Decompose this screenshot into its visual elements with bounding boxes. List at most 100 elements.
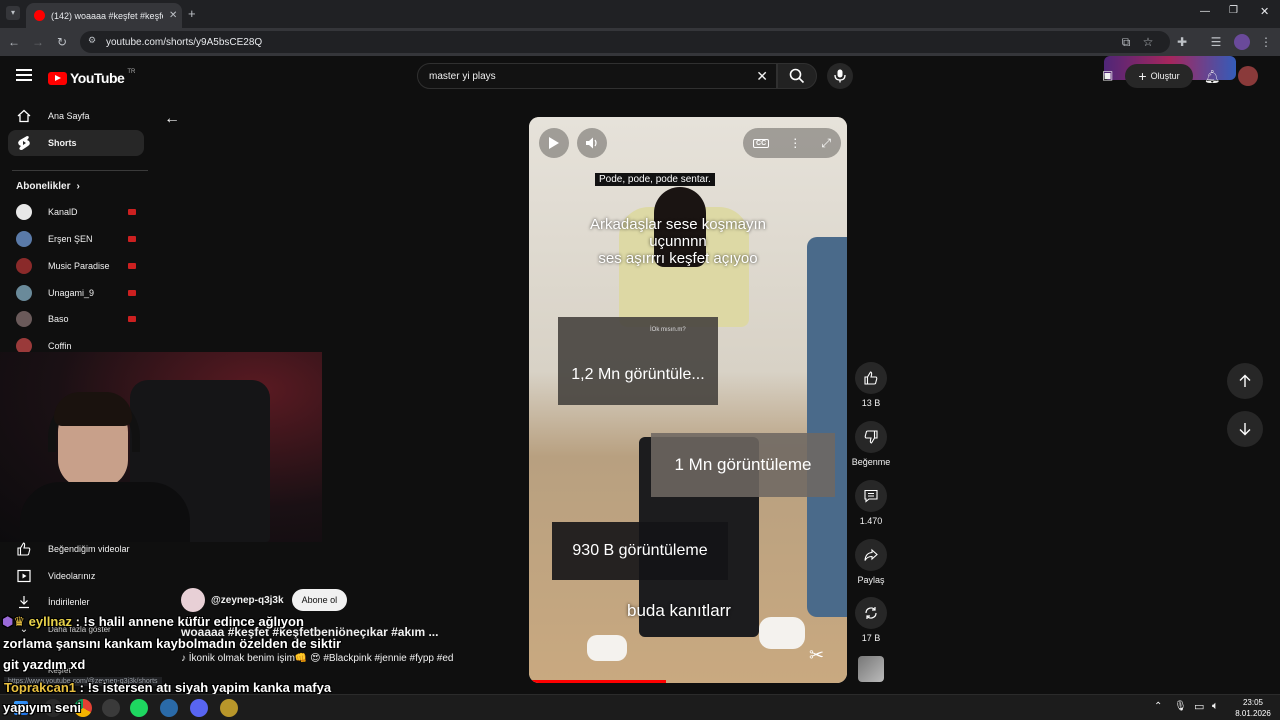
new-tab-button[interactable]: + xyxy=(188,6,196,21)
more-options-icon[interactable]: ⋮ xyxy=(789,136,801,150)
search-input[interactable]: master yi plays ✕ xyxy=(417,63,777,89)
bookmark-star-icon[interactable]: ☆ xyxy=(1140,34,1156,50)
discord-icon[interactable] xyxy=(190,699,208,717)
video-description: ♪ İkonik olmak benim işim👊 😍 #Blackpink … xyxy=(181,653,454,664)
logo-text: YouTube xyxy=(70,70,125,86)
restore-button[interactable]: ❐ xyxy=(1229,5,1238,16)
download-icon xyxy=(16,594,32,610)
taskbar-clock[interactable]: 23:05 8.01.2026 xyxy=(1232,697,1274,719)
sidebar-item-label: Videolarınız xyxy=(48,571,96,581)
dislike-label: Beğenme xyxy=(851,457,891,467)
youtube-header: YouTube TR master yi plays ✕ ▣ + Oluştur… xyxy=(0,56,1280,98)
subscribe-button[interactable]: Abone ol xyxy=(291,589,348,611)
view-count-card-3: 930 B görüntüleme xyxy=(552,522,728,580)
live-indicator-icon xyxy=(128,263,136,269)
channel-handle[interactable]: @zeynep-q3j3k xyxy=(211,595,284,606)
channel-avatar xyxy=(16,311,32,327)
reload-icon[interactable]: ↻ xyxy=(54,34,70,50)
tray-chevron-icon[interactable]: ⌃ xyxy=(1154,701,1162,712)
dislike-button[interactable] xyxy=(855,421,887,453)
sidebar-item-shorts[interactable]: Shorts xyxy=(8,130,144,156)
live-indicator-icon xyxy=(128,290,136,296)
play-button[interactable] xyxy=(539,128,569,158)
volume-button[interactable] xyxy=(577,128,607,158)
channel-avatar xyxy=(16,258,32,274)
youtube-play-icon xyxy=(48,71,67,85)
chat-message: ⬢♛ eyllnaz : !s halil annene küfür edinc… xyxy=(2,614,304,630)
back-icon[interactable]: ← xyxy=(6,34,22,50)
site-info-icon[interactable]: ⚙ xyxy=(88,35,96,46)
profile-avatar[interactable] xyxy=(1234,34,1250,50)
sidebar-item-downloads[interactable]: İndirilenler xyxy=(8,589,144,615)
sidebar-item-home[interactable]: Ana Sayfa xyxy=(8,103,144,129)
sidebar-item-subscription[interactable]: KanalD xyxy=(16,203,140,221)
install-app-icon[interactable]: ⧉ xyxy=(1118,34,1134,50)
cast-icon[interactable]: ▣ xyxy=(1102,68,1113,82)
live-indicator-icon xyxy=(128,316,136,322)
channel-name: Coffin xyxy=(48,341,72,351)
audio-thumbnail[interactable] xyxy=(858,656,884,682)
microphone-tray-icon[interactable]: 🎙︎ xyxy=(1174,701,1187,712)
chat-message: Toprakcan1 : !s istersen atı siyah yapim… xyxy=(4,680,331,695)
closed-captions-icon[interactable]: CC xyxy=(753,138,770,148)
address-bar[interactable]: ⚙ youtube.com/shorts/y9A5bsCE28Q xyxy=(80,31,1170,53)
steam-icon[interactable] xyxy=(160,699,178,717)
obs-icon[interactable] xyxy=(102,699,120,717)
sidebar-item-subscription[interactable]: Unagami_9 xyxy=(16,284,140,302)
forward-icon[interactable]: → xyxy=(30,34,46,50)
browser-tab-strip: ▾ (142) woaaaa #keşfet #keşfetbe ✕ + — ❐… xyxy=(0,0,1280,28)
clear-search-icon[interactable]: ✕ xyxy=(756,68,768,85)
channel-name: Baso xyxy=(48,314,69,324)
tab-title: (142) woaaaa #keşfet #keşfetbe xyxy=(51,10,163,21)
voice-search-button[interactable] xyxy=(827,63,853,89)
browser-tab[interactable]: (142) woaaaa #keşfet #keşfetbe ✕ xyxy=(26,3,182,28)
comment-count: 1.470 xyxy=(859,516,883,526)
share-button[interactable] xyxy=(855,539,887,571)
league-icon[interactable] xyxy=(220,699,238,717)
previous-short-button[interactable] xyxy=(1227,363,1263,399)
close-tab-icon[interactable]: ✕ xyxy=(169,10,177,21)
shorts-icon xyxy=(16,135,32,151)
sidebar-item-subscription[interactable]: Baso xyxy=(16,310,140,328)
fullscreen-icon[interactable]: ⤢ xyxy=(821,136,831,151)
close-window-button[interactable]: ✕ xyxy=(1260,5,1269,18)
arrow-up-icon xyxy=(1239,374,1251,387)
like-button[interactable] xyxy=(855,362,887,394)
view-count-card-2: 1 Mn görüntüleme xyxy=(651,433,835,497)
back-arrow-icon[interactable]: ← xyxy=(164,110,180,128)
spotify-icon[interactable] xyxy=(130,699,148,717)
channel-avatar[interactable] xyxy=(181,588,205,612)
remix-button[interactable] xyxy=(855,597,887,629)
notifications-bell-icon[interactable]: 🔔︎ xyxy=(1204,69,1221,85)
network-icon[interactable]: ▭ xyxy=(1194,700,1204,713)
clock-time: 23:05 xyxy=(1242,698,1264,707)
your-videos-icon xyxy=(16,568,32,584)
account-avatar[interactable] xyxy=(1238,66,1258,86)
subscriptions-heading[interactable]: Abonelikler › xyxy=(16,181,80,192)
sidebar-item-subscription[interactable]: Music Paradise xyxy=(16,257,140,275)
reading-list-icon[interactable]: ☰ xyxy=(1208,34,1224,50)
search-icon xyxy=(789,68,805,84)
search-query: master yi plays xyxy=(429,70,496,82)
chat-badge-icon: ⬢ xyxy=(2,614,14,629)
sidebar-item-your-videos[interactable]: Videolarınız xyxy=(8,563,144,589)
play-icon xyxy=(549,137,559,149)
shorts-video-player[interactable]: CC ⋮ ⤢ Pode, pode, pode sentar. Arkadaşl… xyxy=(529,117,847,683)
comments-button[interactable] xyxy=(855,480,887,512)
extensions-icon[interactable]: ✚ xyxy=(1174,34,1190,50)
chat-text: zorlama şansını kankam kaybolmadın özeld… xyxy=(3,636,342,651)
bottom-overlay-text: buda kanıtlarr xyxy=(627,601,731,620)
tab-list-button[interactable]: ▾ xyxy=(6,6,20,20)
sidebar-item-subscription[interactable]: Erşen ŞEN xyxy=(16,230,140,248)
thumbs-down-icon xyxy=(864,430,878,444)
youtube-logo[interactable]: YouTube TR xyxy=(48,69,135,86)
overlay-line-2: uçunnnn xyxy=(649,233,707,250)
minimize-button[interactable]: — xyxy=(1200,6,1210,17)
speaker-icon[interactable]: 🔈︎ xyxy=(1212,700,1219,713)
search-button[interactable] xyxy=(777,63,817,89)
video-progress-bar[interactable] xyxy=(529,680,666,683)
browser-menu-icon[interactable]: ⋮ xyxy=(1258,34,1274,50)
next-short-button[interactable] xyxy=(1227,411,1263,447)
create-button[interactable]: + Oluştur xyxy=(1125,64,1193,88)
hamburger-menu-icon[interactable] xyxy=(16,69,32,83)
